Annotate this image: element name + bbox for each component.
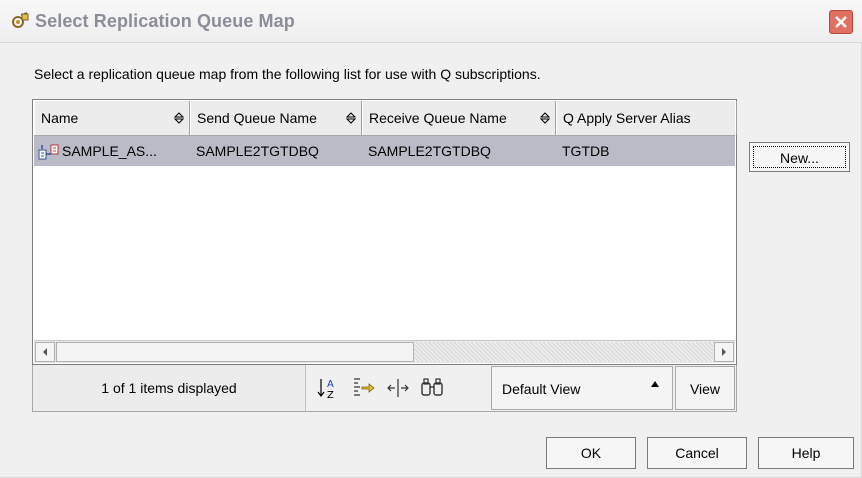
instruction-text: Select a replication queue map from the … bbox=[34, 66, 541, 82]
ok-button[interactable]: OK bbox=[546, 437, 636, 469]
column-header-apply-alias[interactable]: Q Apply Server Alias bbox=[556, 101, 737, 135]
column-header-send-queue[interactable]: Send Queue Name bbox=[190, 101, 362, 135]
new-button[interactable]: New... bbox=[749, 142, 850, 172]
view-select[interactable]: Default View bbox=[491, 366, 673, 410]
arrow-right-icon bbox=[722, 348, 726, 356]
cell-name: SAMPLE_AS... bbox=[62, 143, 157, 159]
view-select-value: Default View bbox=[502, 381, 581, 397]
arrow-left-icon bbox=[43, 348, 47, 356]
cancel-button[interactable]: Cancel bbox=[647, 437, 747, 469]
sort-icon bbox=[174, 112, 184, 124]
column-label: Send Queue Name bbox=[197, 110, 317, 126]
scroll-track[interactable] bbox=[414, 342, 713, 362]
column-label: Q Apply Server Alias bbox=[563, 110, 691, 126]
sort-az-icon[interactable]: A Z bbox=[316, 375, 342, 401]
close-button[interactable] bbox=[829, 10, 853, 34]
close-icon bbox=[835, 16, 847, 28]
gear-wand-icon bbox=[10, 11, 30, 31]
queue-map-icon bbox=[38, 143, 60, 161]
column-label: Receive Queue Name bbox=[369, 110, 507, 126]
sort-icon bbox=[540, 112, 550, 124]
column-label: Name bbox=[41, 110, 79, 126]
table-status-bar: 1 of 1 items displayed A Z Default View … bbox=[32, 365, 737, 412]
title-separator bbox=[0, 42, 862, 43]
filter-icon[interactable] bbox=[351, 375, 377, 401]
svg-text:A: A bbox=[327, 379, 334, 390]
column-header-name[interactable]: Name bbox=[34, 101, 190, 135]
table-header: Name Send Queue Name Receive Queue Name … bbox=[34, 101, 737, 136]
help-button[interactable]: Help bbox=[758, 437, 854, 469]
new-button-label: New... bbox=[753, 146, 846, 168]
cell-receive-queue: SAMPLE2TGTDBQ bbox=[368, 143, 491, 159]
cell-send-queue: SAMPLE2TGTDBQ bbox=[196, 143, 319, 159]
caret-up-icon bbox=[651, 381, 659, 387]
sort-icon bbox=[346, 112, 356, 124]
scroll-thumb[interactable] bbox=[56, 342, 414, 362]
find-icon[interactable] bbox=[419, 375, 445, 401]
column-header-receive-queue[interactable]: Receive Queue Name bbox=[362, 101, 556, 135]
svg-text:Z: Z bbox=[327, 390, 334, 401]
dialog-title: Select Replication Queue Map bbox=[35, 11, 295, 31]
queue-map-table[interactable]: Name Send Queue Name Receive Queue Name … bbox=[32, 99, 737, 365]
view-button[interactable]: View bbox=[675, 366, 735, 410]
table-row[interactable]: SAMPLE_AS... SAMPLE2TGTDBQ SAMPLE2TGTDBQ… bbox=[34, 136, 735, 166]
horizontal-scrollbar[interactable] bbox=[34, 340, 735, 363]
items-displayed-text: 1 of 1 items displayed bbox=[33, 365, 306, 411]
columns-icon[interactable] bbox=[385, 375, 411, 401]
title-bar[interactable]: Select Replication Queue Map bbox=[0, 0, 862, 42]
cell-apply-alias: TGTDB bbox=[562, 143, 610, 159]
scroll-left-button[interactable] bbox=[35, 342, 55, 362]
select-replication-queue-map-dialog: Select Replication Queue Map Select a re… bbox=[0, 0, 862, 478]
scroll-right-button[interactable] bbox=[714, 342, 734, 362]
